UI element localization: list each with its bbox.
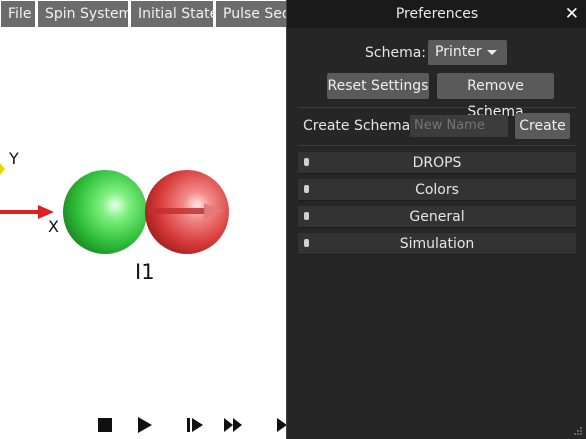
create-schema-label: Create Schema: <box>303 118 415 134</box>
section-simulation-label: Simulation <box>399 236 475 252</box>
section-drops[interactable]: DROPS <box>298 152 576 174</box>
section-colors[interactable]: Colors <box>298 179 576 201</box>
axis-x-label: X <box>48 217 59 236</box>
create-schema-button[interactable]: Create <box>515 113 570 139</box>
section-colors-label: Colors <box>415 182 459 198</box>
spin-name-label: I1 <box>135 260 155 284</box>
menu-initial-state[interactable]: Initial State <box>131 1 213 27</box>
step-forward-icon[interactable] <box>185 413 205 437</box>
grip-icon <box>304 158 309 166</box>
preferences-title: Preferences <box>395 6 479 22</box>
remove-schema-button[interactable]: Remove Schema <box>437 73 554 120</box>
chevron-down-icon <box>487 50 497 55</box>
reset-settings-button[interactable]: Reset Settings <box>327 73 429 99</box>
spin-sphere-green <box>63 170 147 254</box>
section-drops-label: DROPS <box>412 155 462 171</box>
spin-vector-shaft <box>148 208 206 214</box>
section-simulation[interactable]: Simulation <box>298 233 576 255</box>
resize-grip-icon[interactable] <box>573 426 583 436</box>
divider <box>298 145 576 146</box>
grip-icon <box>304 212 309 220</box>
y-axis-arrow <box>0 163 5 175</box>
schema-label: Schema: <box>365 45 427 61</box>
spin-visualization <box>0 163 229 254</box>
section-general-label: General <box>409 209 465 225</box>
schema-select[interactable]: Printer <box>428 40 507 65</box>
menu-file[interactable]: File <box>1 1 35 27</box>
preferences-header: Preferences ✕ <box>287 0 586 28</box>
spin-scene[interactable]: Y X I1 <box>0 28 287 439</box>
new-schema-name-input[interactable] <box>410 115 508 137</box>
x-axis-shaft <box>0 210 40 214</box>
axis-y-label: Y <box>9 149 19 168</box>
menu-pulse-sequence[interactable]: Pulse Sequ <box>216 1 296 27</box>
grip-icon <box>304 185 309 193</box>
divider <box>298 107 576 108</box>
menu-spin-system[interactable]: Spin System <box>38 1 128 27</box>
close-icon[interactable]: ✕ <box>565 0 579 28</box>
preferences-panel: Preferences ✕ Schema: Printer Reset Sett… <box>286 0 586 439</box>
menu-bar: File Spin System Initial State Pulse Seq… <box>0 0 300 28</box>
schema-select-value: Printer <box>435 44 482 60</box>
section-general[interactable]: General <box>298 206 576 228</box>
play-icon[interactable] <box>135 413 155 437</box>
fast-forward-icon[interactable] <box>223 413 243 437</box>
grip-icon <box>304 239 309 247</box>
stop-icon[interactable] <box>95 413 115 437</box>
